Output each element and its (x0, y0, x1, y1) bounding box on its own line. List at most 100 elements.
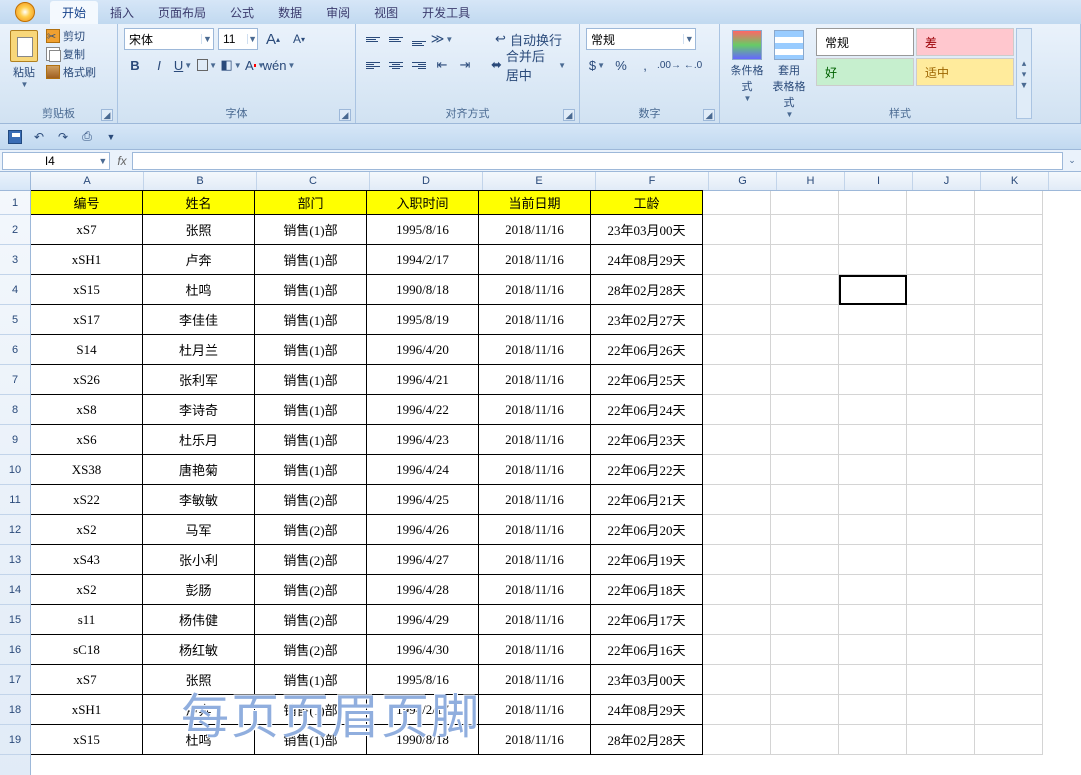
data-cell[interactable]: 1995/8/19 (366, 304, 479, 335)
empty-cell[interactable] (771, 215, 839, 245)
number-dialog-launcher[interactable]: ◢ (703, 109, 715, 121)
copy-button[interactable]: 复制 (46, 46, 96, 62)
empty-cell[interactable] (907, 275, 975, 305)
data-cell[interactable]: xSH1 (31, 244, 143, 275)
data-cell[interactable]: 22年06月16天 (590, 634, 703, 665)
clipboard-dialog-launcher[interactable]: ◢ (101, 109, 113, 121)
data-cell[interactable]: 22年06月26天 (590, 334, 703, 365)
empty-cell[interactable] (839, 605, 907, 635)
empty-cell[interactable] (839, 695, 907, 725)
row-header[interactable]: 19 (0, 725, 30, 755)
row-header[interactable]: 13 (0, 545, 30, 575)
empty-cell[interactable] (703, 695, 771, 725)
empty-cell[interactable] (703, 395, 771, 425)
data-cell[interactable]: 卢奔 (142, 244, 255, 275)
data-cell[interactable]: 李佳佳 (142, 304, 255, 335)
office-button[interactable] (0, 0, 50, 24)
chevron-down-icon[interactable]: ▼ (201, 34, 213, 44)
formula-input[interactable] (133, 153, 1062, 167)
data-cell[interactable]: 1996/4/24 (366, 454, 479, 485)
empty-cell[interactable] (975, 515, 1043, 545)
data-cell[interactable]: 28年02月28天 (590, 724, 703, 755)
empty-cell[interactable] (975, 695, 1043, 725)
data-cell[interactable]: 23年02月27天 (590, 304, 703, 335)
data-cell[interactable]: 销售(1)部 (254, 364, 367, 395)
data-cell[interactable]: 销售(1)部 (254, 334, 367, 365)
data-cell[interactable]: 销售(1)部 (254, 664, 367, 695)
data-cell[interactable]: 杜月兰 (142, 334, 255, 365)
column-header[interactable]: K (981, 172, 1049, 190)
empty-cell[interactable] (975, 395, 1043, 425)
empty-cell[interactable] (839, 365, 907, 395)
empty-cell[interactable] (975, 485, 1043, 515)
empty-cell[interactable] (839, 455, 907, 485)
tab-formulas[interactable]: 公式 (218, 1, 266, 24)
orientation-button[interactable]: ≫▼ (431, 28, 453, 50)
tab-view[interactable]: 视图 (362, 1, 410, 24)
data-cell[interactable]: 2018/11/16 (478, 544, 591, 575)
row-header[interactable]: 4 (0, 275, 30, 305)
data-cell[interactable]: 2018/11/16 (478, 364, 591, 395)
empty-cell[interactable] (975, 455, 1043, 485)
data-cell[interactable]: 22年06月24天 (590, 394, 703, 425)
data-cell[interactable]: 1996/4/22 (366, 394, 479, 425)
style-neutral[interactable]: 适中 (916, 58, 1014, 86)
name-box[interactable]: ▼ (2, 152, 110, 170)
empty-cell[interactable] (771, 635, 839, 665)
row-header[interactable]: 6 (0, 335, 30, 365)
empty-cell[interactable] (771, 335, 839, 365)
row-header[interactable]: 15 (0, 605, 30, 635)
empty-cell[interactable] (907, 305, 975, 335)
data-cell[interactable]: 卢奔 (142, 694, 255, 725)
empty-cell[interactable] (703, 575, 771, 605)
empty-cell[interactable] (703, 275, 771, 305)
paste-button[interactable]: 粘贴 ▼ (6, 28, 42, 89)
data-cell[interactable]: 销售(1)部 (254, 214, 367, 245)
data-cell[interactable]: S14 (31, 334, 143, 365)
empty-cell[interactable] (703, 365, 771, 395)
row-header[interactable]: 16 (0, 635, 30, 665)
align-top-button[interactable] (362, 28, 384, 50)
column-header[interactable]: G (709, 172, 777, 190)
shrink-font-button[interactable]: A▾ (288, 28, 310, 50)
data-cell[interactable]: 张利军 (142, 364, 255, 395)
data-cell[interactable]: 22年06月25天 (590, 364, 703, 395)
data-cell[interactable]: 24年08月29天 (590, 244, 703, 275)
decrease-decimal-button[interactable]: ←.0 (682, 54, 704, 76)
empty-cell[interactable] (703, 305, 771, 335)
empty-cell[interactable] (771, 395, 839, 425)
header-cell[interactable]: 姓名 (142, 190, 255, 215)
name-box-input[interactable] (3, 154, 97, 168)
empty-cell[interactable] (703, 245, 771, 275)
empty-cell[interactable] (703, 635, 771, 665)
header-cell[interactable]: 编号 (31, 190, 143, 215)
header-cell[interactable]: 工龄 (590, 190, 703, 215)
empty-cell[interactable] (771, 485, 839, 515)
data-cell[interactable]: 销售(1)部 (254, 694, 367, 725)
data-cell[interactable]: 2018/11/16 (478, 424, 591, 455)
data-cell[interactable]: 1996/4/25 (366, 484, 479, 515)
data-cell[interactable]: 1996/4/28 (366, 574, 479, 605)
data-cell[interactable]: 2018/11/16 (478, 304, 591, 335)
data-cell[interactable]: 22年06月19天 (590, 544, 703, 575)
font-dialog-launcher[interactable]: ◢ (339, 109, 351, 121)
italic-button[interactable]: I (148, 54, 170, 76)
data-cell[interactable]: xS6 (31, 424, 143, 455)
empty-cell[interactable] (975, 191, 1043, 215)
underline-button[interactable]: U▼ (172, 54, 194, 76)
row-header[interactable]: 9 (0, 425, 30, 455)
currency-button[interactable]: $▼ (586, 54, 608, 76)
empty-cell[interactable] (907, 455, 975, 485)
data-cell[interactable]: 1996/4/21 (366, 364, 479, 395)
row-header[interactable]: 3 (0, 245, 30, 275)
data-cell[interactable]: 马军 (142, 514, 255, 545)
row-header[interactable]: 14 (0, 575, 30, 605)
data-cell[interactable]: 销售(1)部 (254, 244, 367, 275)
data-cell[interactable]: 1990/8/18 (366, 274, 479, 305)
data-cell[interactable]: 1994/2/17 (366, 244, 479, 275)
empty-cell[interactable] (975, 425, 1043, 455)
grow-font-button[interactable]: A▴ (262, 28, 284, 50)
empty-cell[interactable] (907, 575, 975, 605)
empty-cell[interactable] (907, 425, 975, 455)
column-header[interactable]: F (596, 172, 709, 190)
